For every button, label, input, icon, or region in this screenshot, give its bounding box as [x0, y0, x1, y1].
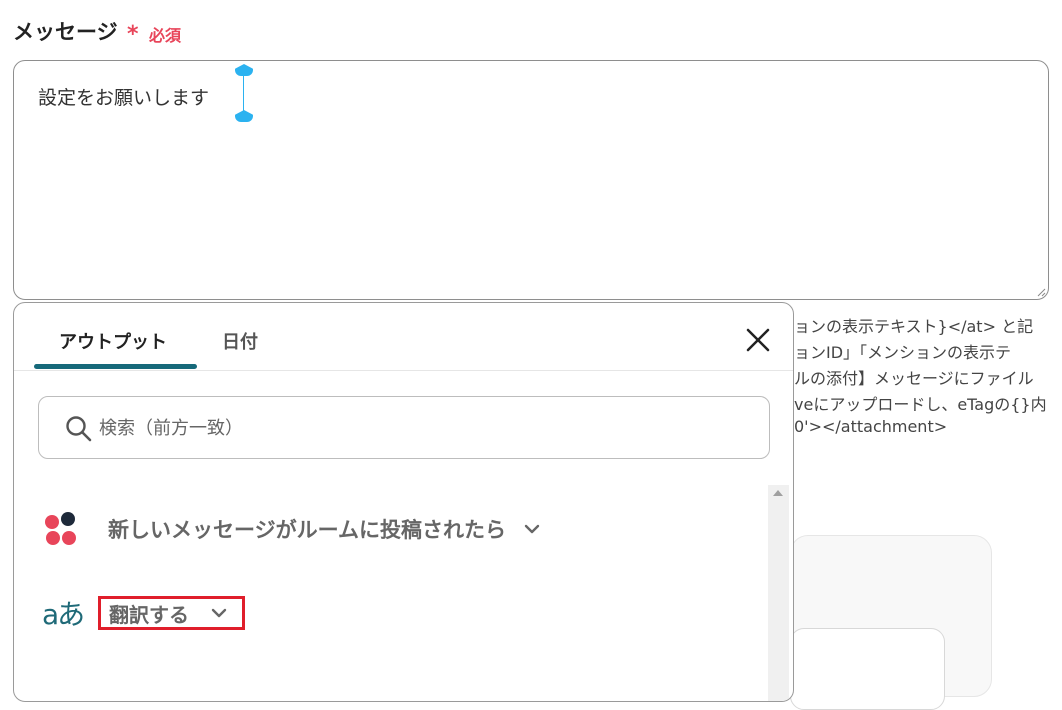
- scroll-up-icon[interactable]: [773, 490, 783, 496]
- highlight-box[interactable]: 翻訳する: [98, 596, 245, 630]
- close-icon[interactable]: [745, 327, 771, 353]
- chatwork-logo-icon: [45, 512, 76, 545]
- active-tab-indicator: [34, 364, 197, 369]
- translate-icon: aあ: [42, 598, 85, 631]
- operation-label: 翻訳する: [109, 602, 189, 627]
- help-text-line: veにアップロードし、eTagの{}内: [794, 395, 1047, 414]
- output-picker-popup: アウトプット 日付 新しいメッセージがルームに投稿されたら aあ 翻訳する: [13, 302, 794, 702]
- help-text-line: ョンID」「メンションの表示テ: [794, 343, 1012, 362]
- message-text: 設定をお願いします: [38, 87, 210, 109]
- background-card-inner: [790, 628, 945, 710]
- message-field-label: メッセージ: [13, 20, 118, 44]
- search-box: [38, 396, 770, 459]
- chevron-down-icon[interactable]: [211, 605, 227, 621]
- search-icon: [66, 416, 92, 442]
- scrollbar[interactable]: [768, 485, 789, 701]
- resize-grip-icon[interactable]: [1036, 287, 1046, 297]
- operation-label: 新しいメッセージがルームに投稿されたら: [108, 518, 506, 542]
- tab-date[interactable]: 日付: [222, 328, 258, 354]
- selection-handle-top-icon[interactable]: [235, 64, 253, 76]
- selection-handle-bottom-icon[interactable]: [235, 110, 253, 122]
- text-cursor: [243, 75, 244, 113]
- operation-item-new-message[interactable]: 新しいメッセージがルームに投稿されたら: [42, 509, 540, 549]
- tab-divider: [14, 370, 793, 371]
- help-text-line: ルの添付】メッセージにファイル: [794, 369, 1034, 388]
- required-asterisk: *: [127, 22, 139, 47]
- help-text-line: 0'></attachment>: [794, 417, 948, 436]
- search-input[interactable]: [97, 409, 741, 447]
- chevron-down-icon[interactable]: [524, 521, 540, 537]
- operation-item-translate[interactable]: aあ 翻訳する: [42, 593, 245, 633]
- help-text-line: ョンの表示テキスト}</at> と記: [794, 317, 1034, 336]
- message-textarea[interactable]: 設定をお願いします: [13, 60, 1049, 300]
- tab-output[interactable]: アウトプット: [59, 328, 167, 354]
- required-label: 必須: [149, 26, 182, 45]
